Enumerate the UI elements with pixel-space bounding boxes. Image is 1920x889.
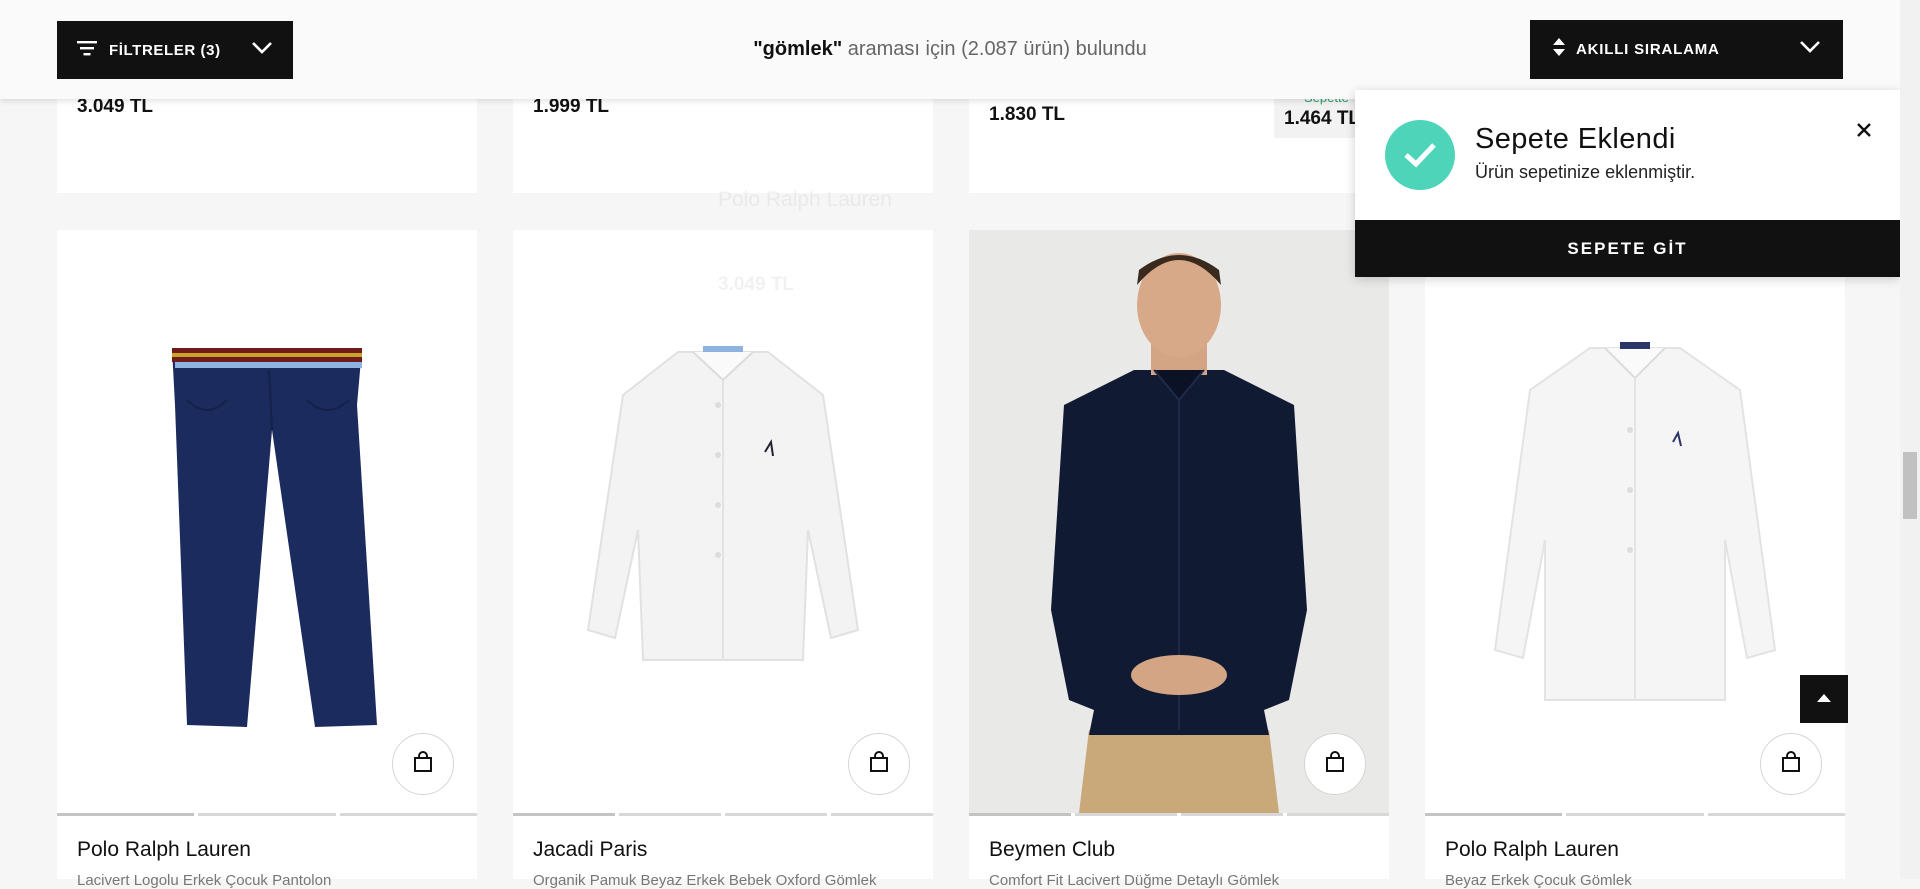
added-to-cart-popup: Sepete Eklendi Ürün sepetinize eklenmişt… [1355,90,1900,277]
product-brand: Polo Ralph Lauren [77,838,251,861]
product-description: Organik Pamuk Beyaz Erkek Bebek Oxford G… [533,872,877,889]
close-icon[interactable] [1852,118,1876,142]
search-query: "gömlek" [753,38,843,60]
add-to-bag-button[interactable] [848,733,910,795]
chevron-down-icon [1799,40,1821,59]
popup-title: Sepete Eklendi [1475,123,1676,155]
product-price: 1.830 TL [989,104,1066,125]
product-card[interactable]: Beymen Club Comfort Fit Lacivert Düğme D… [969,230,1389,889]
product-image[interactable] [1425,230,1845,813]
top-bar: FİLTRELER (3) "gömlek" araması için (2.0… [0,0,1900,99]
sort-label: AKILLI SIRALAMA [1576,41,1720,58]
add-to-bag-button[interactable] [1304,733,1366,795]
product-image[interactable] [969,230,1389,813]
discount-price: 1.464 TL [1284,108,1361,129]
popup-subtitle: Ürün sepetinize eklenmiştir. [1475,162,1696,182]
sort-arrows-icon [1552,37,1566,62]
scrollbar-thumb[interactable] [1903,452,1917,519]
product-price: 1.999 TL [533,96,610,117]
product-description: Beyaz Erkek Çocuk Gömlek [1445,872,1632,889]
check-icon [1385,120,1455,190]
add-to-bag-button[interactable] [392,733,454,795]
product-brand: Jacadi Paris [533,838,648,861]
page-scrollbar[interactable] [1900,0,1920,879]
product-image[interactable] [513,230,933,813]
image-carousel-indicator [1425,813,1845,816]
image-carousel-indicator [513,813,933,816]
product-brand: Polo Ralph Lauren [1445,838,1619,861]
add-to-bag-button[interactable] [1760,733,1822,795]
scroll-to-top-button[interactable] [1800,675,1848,723]
image-carousel-indicator [57,813,477,816]
product-price: 3.049 TL [77,96,154,117]
arrow-up-icon [1816,690,1832,708]
shopping-bag-icon [867,750,891,779]
ghost-price: 3.049 TL [718,274,795,295]
product-description: Comfort Fit Lacivert Düğme Detaylı Gömle… [989,872,1280,889]
product-image[interactable] [57,230,477,813]
ghost-brand: Polo Ralph Lauren [718,188,892,211]
go-to-cart-button[interactable]: SEPETE GİT [1355,220,1900,277]
product-card[interactable]: Polo Ralph Lauren Lacivert Logolu Erkek … [57,230,477,889]
shopping-bag-icon [1323,750,1347,779]
image-carousel-indicator [969,813,1389,816]
product-description: Lacivert Logolu Erkek Çocuk Pantolon [77,872,332,889]
shopping-bag-icon [1779,750,1803,779]
shopping-bag-icon [411,750,435,779]
product-brand: Beymen Club [989,838,1116,861]
result-count-text: araması için (2.087 ürün) bulundu [842,38,1147,60]
product-card[interactable]: Polo Ralph Lauren Beyaz Erkek Çocuk Göml… [1425,230,1845,889]
sort-dropdown[interactable]: AKILLI SIRALAMA [1530,20,1843,79]
product-card[interactable]: Polo Ralph Lauren 3.049 TL Jacadi Paris … [513,188,933,889]
